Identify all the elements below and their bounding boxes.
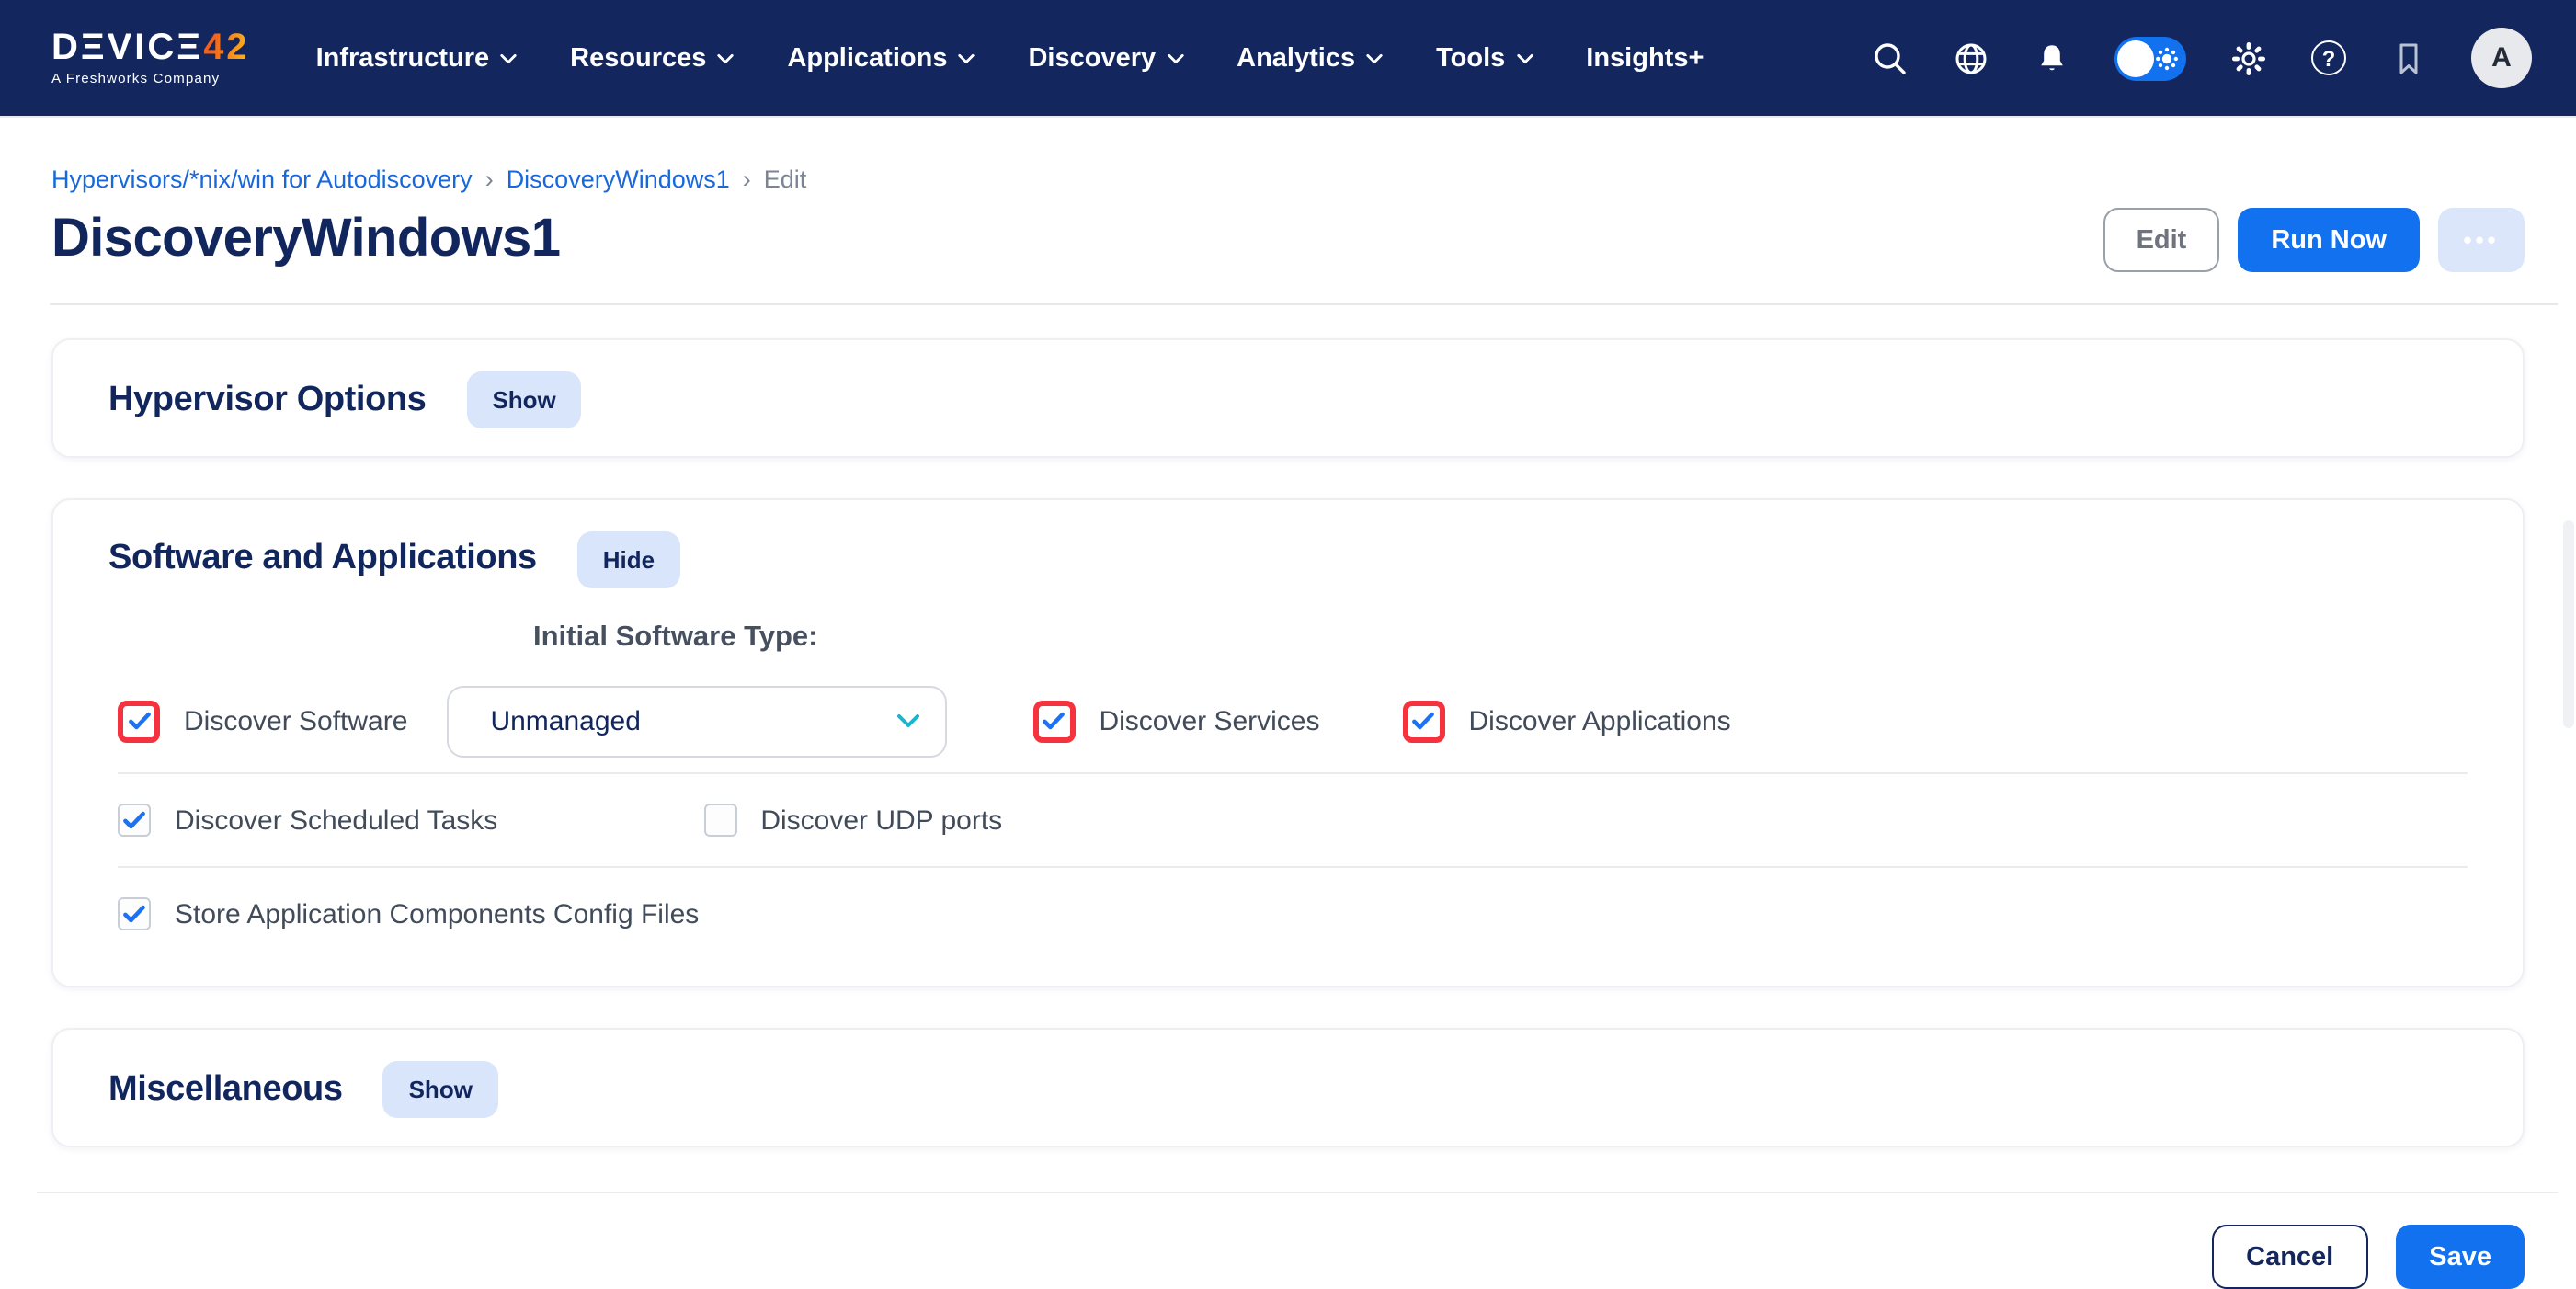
checkbox-checked-highlighted[interactable] (118, 700, 160, 742)
store-app-components-config-files-checkbox[interactable]: Store Application Components Config File… (118, 897, 699, 930)
chevron-down-icon (500, 52, 517, 63)
edit-button[interactable]: Edit (2103, 208, 2220, 272)
bell-icon[interactable] (2034, 40, 2070, 76)
discover-services-checkbox[interactable]: Discover Services (1032, 700, 1319, 742)
nav-menu: Infrastructure Resources Applications Di… (316, 43, 1704, 73)
chevron-down-icon (1516, 52, 1533, 63)
nav-item-applications[interactable]: Applications (787, 43, 975, 73)
header-actions: Edit Run Now ••• (2103, 208, 2525, 272)
theme-toggle-graphic (2114, 36, 2186, 80)
discover-applications-checkbox[interactable]: Discover Applications (1403, 700, 1731, 742)
nav-item-resources[interactable]: Resources (570, 43, 734, 73)
software-applications-title: Software and Applications (108, 539, 537, 579)
more-actions-button[interactable]: ••• (2438, 208, 2525, 272)
globe-icon[interactable] (1953, 40, 1989, 76)
logo-text: DΞVICΞ (51, 28, 203, 68)
page-header: DiscoveryWindows1 Edit Run Now ••• (51, 208, 2525, 272)
user-avatar[interactable]: A (2471, 28, 2532, 88)
software-applications-card: Software and Applications Hide Initial S… (51, 498, 2525, 987)
device42-logo[interactable]: DΞVICΞ42 A Freshworks Company (51, 29, 250, 86)
breadcrumb-link-job[interactable]: DiscoveryWindows1 (507, 165, 730, 193)
gear-icon[interactable] (2230, 40, 2267, 76)
hypervisor-options-show-button[interactable]: Show (466, 371, 581, 428)
discover-udp-ports-checkbox[interactable]: Discover UDP ports (703, 804, 1002, 837)
top-nav: DΞVICΞ42 A Freshworks Company Infrastruc… (0, 0, 2576, 118)
page-title: DiscoveryWindows1 (51, 210, 560, 270)
save-button[interactable]: Save (2396, 1225, 2525, 1289)
checkbox-checked[interactable] (118, 897, 151, 930)
search-icon[interactable] (1872, 40, 1909, 76)
logo-accent-text: 42 (203, 28, 250, 68)
theme-toggle[interactable] (2114, 36, 2186, 80)
checkbox-checked-highlighted[interactable] (1032, 700, 1075, 742)
footer-actions: Cancel Save (51, 1225, 2525, 1289)
nav-item-analytics[interactable]: Analytics (1237, 43, 1383, 73)
chevron-down-icon (1366, 52, 1383, 63)
breadcrumb-current: Edit (764, 165, 807, 193)
nav-item-tools[interactable]: Tools (1436, 43, 1533, 73)
checkbox-checked[interactable] (118, 804, 151, 837)
header-divider (50, 303, 2558, 305)
software-checkbox-row-1: Discover Software Unmanaged Discover Ser… (53, 669, 2523, 772)
miscellaneous-show-button[interactable]: Show (383, 1061, 498, 1118)
discover-scheduled-tasks-checkbox[interactable]: Discover Scheduled Tasks (118, 804, 497, 837)
footer-divider (37, 1192, 2558, 1193)
miscellaneous-card: Miscellaneous Show (51, 1028, 2525, 1147)
chevron-down-icon (717, 52, 734, 63)
initial-software-type-label: Initial Software Type: (533, 622, 2523, 655)
bookmark-icon[interactable] (2390, 40, 2427, 76)
checkbox-checked-highlighted[interactable] (1403, 700, 1445, 742)
logo-subtitle: A Freshworks Company (51, 72, 250, 86)
help-icon[interactable]: ? (2311, 40, 2346, 75)
nav-item-infrastructure[interactable]: Infrastructure (316, 43, 518, 73)
nav-item-discovery[interactable]: Discovery (1028, 43, 1183, 73)
cancel-button[interactable]: Cancel (2211, 1225, 2368, 1289)
breadcrumb-separator: › (485, 165, 494, 193)
scrollbar-thumb[interactable] (2563, 520, 2574, 728)
checkbox-unchecked[interactable] (703, 804, 736, 837)
software-applications-hide-button[interactable]: Hide (577, 530, 680, 587)
hypervisor-options-title: Hypervisor Options (108, 380, 426, 420)
breadcrumb-separator: › (743, 165, 751, 193)
breadcrumb: Hypervisors/*nix/win for Autodiscovery ›… (51, 165, 2525, 193)
chevron-down-icon (1167, 52, 1183, 63)
chevron-down-icon (896, 713, 918, 728)
miscellaneous-title: Miscellaneous (108, 1069, 343, 1110)
software-checkbox-row-3: Store Application Components Config File… (53, 868, 2523, 960)
run-now-button[interactable]: Run Now (2238, 208, 2420, 272)
software-checkbox-row-2: Discover Scheduled Tasks Discover UDP po… (53, 774, 2523, 866)
discover-software-checkbox[interactable]: Discover Software (118, 700, 407, 742)
nav-utilities: ? A (1872, 28, 2532, 88)
dropdown-selected-value: Unmanaged (490, 705, 896, 736)
page: DΞVICΞ42 A Freshworks Company Infrastruc… (0, 0, 2576, 1223)
breadcrumb-link-jobs[interactable]: Hypervisors/*nix/win for Autodiscovery (51, 165, 473, 193)
initial-software-type-dropdown[interactable]: Unmanaged (446, 685, 946, 757)
hypervisor-options-card: Hypervisor Options Show (51, 338, 2525, 458)
chevron-down-icon (958, 52, 975, 63)
nav-item-insights[interactable]: Insights+ (1586, 43, 1704, 73)
